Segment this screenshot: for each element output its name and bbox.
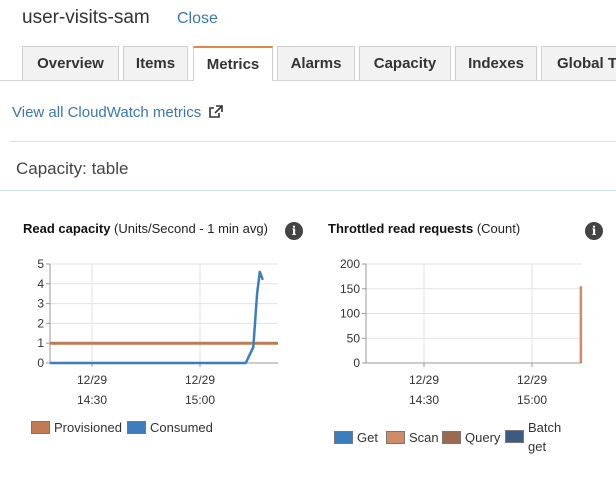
series-consumed-line (50, 270, 264, 365)
provisioned-swatch (31, 421, 50, 434)
legend-batch-get[interactable] (505, 430, 528, 443)
legend-label: Get (357, 430, 378, 445)
section-divider-bottom (0, 190, 616, 191)
cloudwatch-link-label: View all CloudWatch metrics (12, 104, 202, 121)
y-tick-label: 5 (37, 257, 44, 271)
scan-swatch (386, 431, 405, 444)
y-tick-label: 0 (353, 356, 360, 370)
read-capacity-chart: 0 1 2 3 4 5 12/29 14:30 12/29 15:00 (37, 257, 278, 407)
info-icon[interactable]: i (585, 222, 603, 240)
tab-alarms[interactable]: Alarms (277, 46, 355, 80)
x-tick-label-time: 14:30 (77, 393, 107, 407)
y-tick-label: 2 (37, 316, 44, 330)
x-tick-label-date: 12/29 (409, 373, 439, 387)
legend-get[interactable]: Get (334, 430, 378, 445)
tab-metrics[interactable]: Metrics (193, 46, 273, 81)
legend-label: Query (465, 430, 501, 445)
legend-label: Provisioned (54, 420, 122, 435)
legend-label: Consumed (150, 420, 213, 435)
legend-provisioned[interactable]: Provisioned (31, 420, 122, 435)
y-tick-label: 4 (37, 277, 44, 291)
get-swatch (334, 431, 353, 444)
y-tick-label: 50 (347, 331, 361, 345)
query-swatch (442, 431, 461, 444)
y-tick-label: 0 (37, 356, 44, 370)
legend-batch-get-label: Batch get (528, 420, 562, 454)
throttled-reads-chart: 0 50 100 150 200 12/29 14:30 12/29 15:00 (340, 257, 583, 407)
legend-label: Scan (409, 430, 439, 445)
section-title: Capacity: table (16, 159, 129, 178)
x-tick-label-time: 14:30 (409, 393, 439, 407)
throttled-reads-chart-title: Throttled read requests (Count) (328, 221, 521, 236)
x-tick-label-time: 15:00 (517, 393, 547, 407)
y-tick-label: 1 (37, 336, 44, 350)
section-divider-top (10, 141, 616, 142)
table-name-title: user-visits-sam (22, 7, 150, 28)
info-icon[interactable]: i (285, 222, 303, 240)
legend-consumed[interactable]: Consumed (127, 420, 213, 435)
y-tick-label: 150 (340, 282, 360, 296)
tab-indexes[interactable]: Indexes (455, 46, 537, 80)
legend-query[interactable]: Query (442, 430, 500, 445)
tab-bar-baseline (0, 80, 616, 81)
y-tick-label: 3 (37, 297, 44, 311)
tab-capacity[interactable]: Capacity (359, 46, 451, 80)
tab-items[interactable]: Items (123, 46, 188, 80)
view-cloudwatch-metrics-link[interactable]: View all CloudWatch metrics (12, 104, 224, 121)
read-capacity-chart-title: Read capacity (Units/Second - 1 min avg) (23, 221, 268, 236)
y-tick-label: 100 (340, 307, 360, 321)
x-tick-label-date: 12/29 (77, 373, 107, 387)
external-link-icon (209, 105, 224, 118)
y-tick-label: 200 (340, 257, 360, 271)
legend-scan[interactable]: Scan (386, 430, 439, 445)
tab-global-tables[interactable]: Global T (541, 46, 616, 80)
x-tick-label-time: 15:00 (185, 393, 215, 407)
tab-overview[interactable]: Overview (22, 46, 119, 80)
batch-get-swatch (505, 430, 524, 443)
x-tick-label-date: 12/29 (517, 373, 547, 387)
close-link[interactable]: Close (177, 10, 218, 28)
consumed-swatch (127, 421, 146, 434)
x-tick-label-date: 12/29 (185, 373, 215, 387)
